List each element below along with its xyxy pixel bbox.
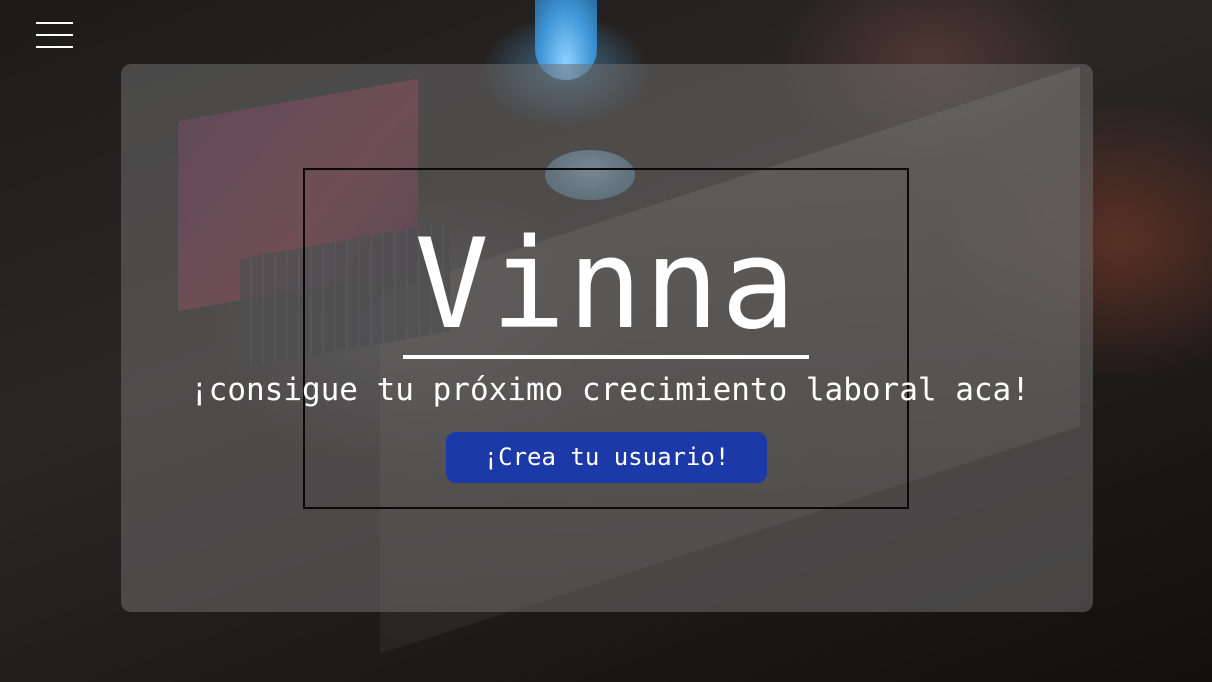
brand-underline [403,355,809,359]
menu-line-top [36,22,73,24]
brand-title: Vinna [414,213,798,357]
menu-line-middle [36,34,73,36]
hamburger-menu-icon[interactable] [36,22,73,48]
landing-page: Vinna ¡consigue tu próximo crecimiento l… [0,0,1212,682]
create-user-button[interactable]: ¡Crea tu usuario! [446,432,767,483]
menu-line-bottom [36,46,73,48]
hero-tagline: ¡consigue tu próximo crecimiento laboral… [190,372,1030,408]
